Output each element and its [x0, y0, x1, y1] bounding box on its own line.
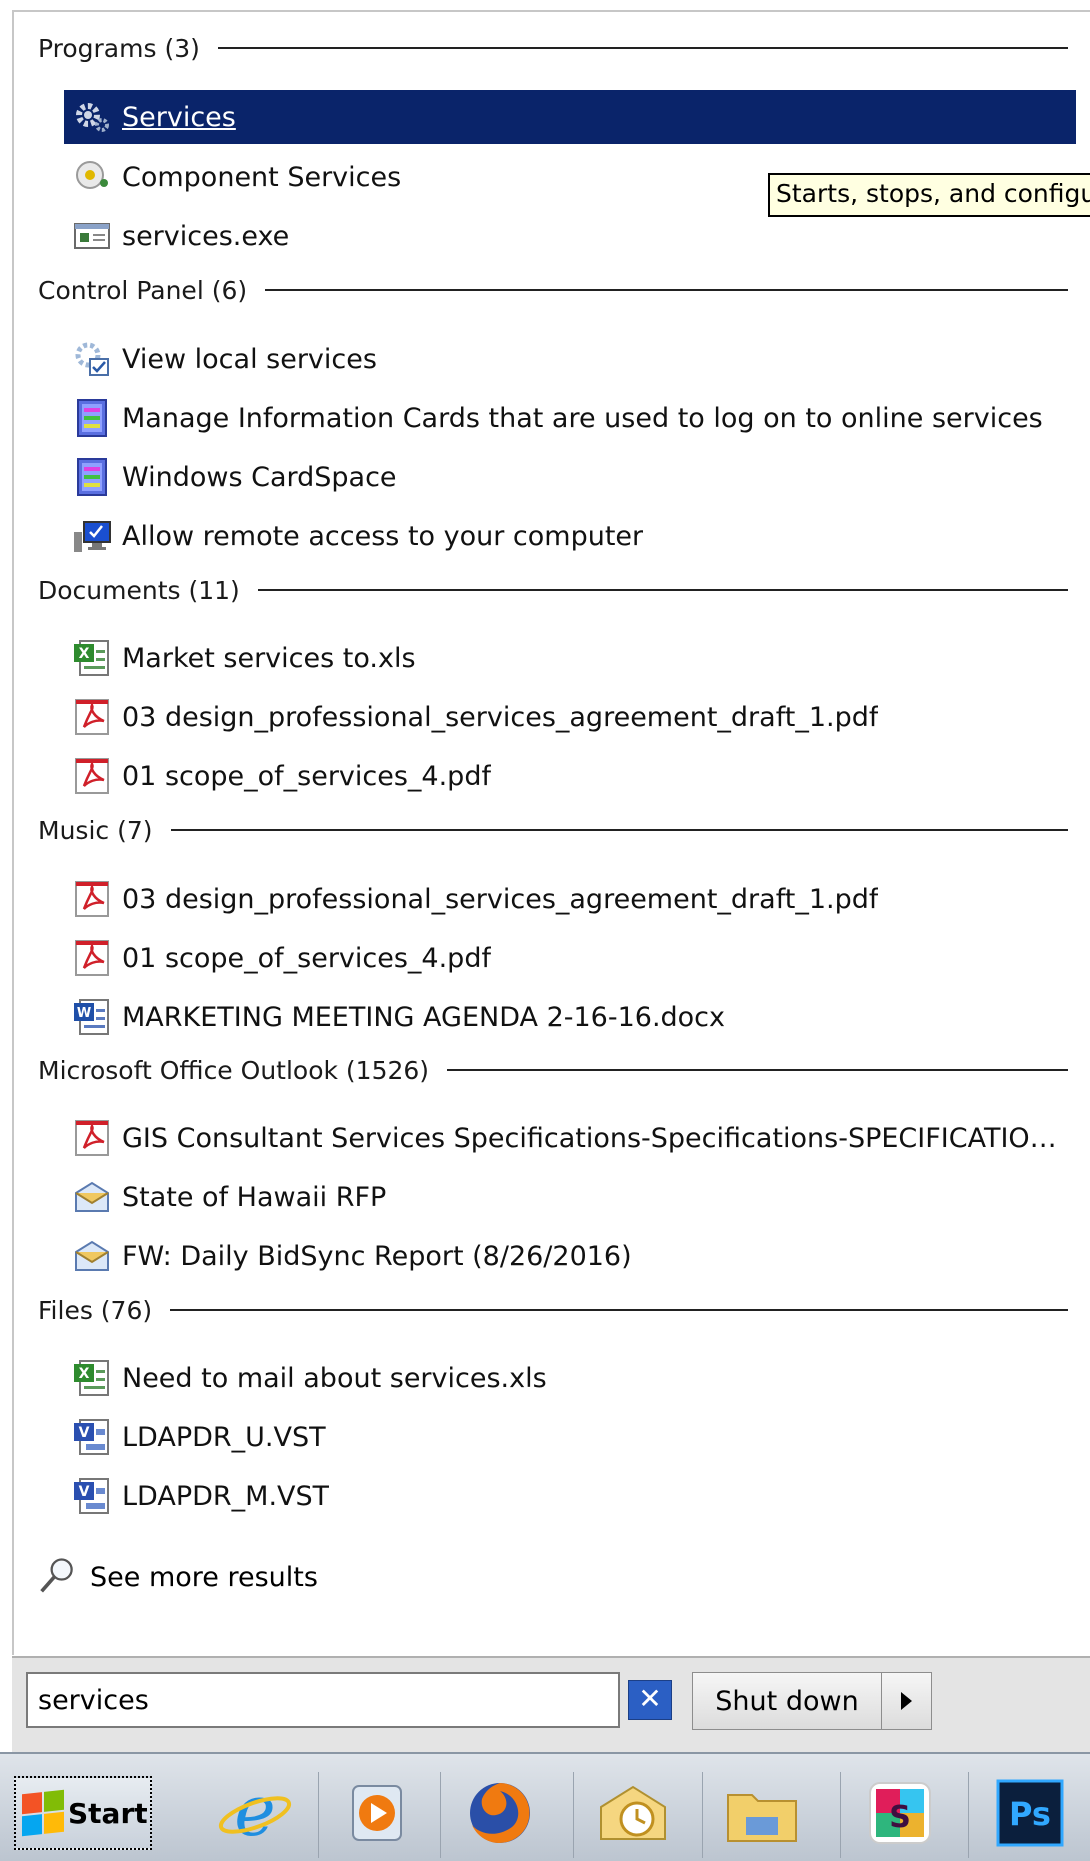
taskbar: Start e S Ps — [0, 1752, 1090, 1861]
see-more-results-link[interactable]: See more results — [38, 1552, 318, 1602]
result-item-ldapdr-m-vst[interactable]: V LDAPDR_M.VST — [64, 1469, 1076, 1523]
visio-file-icon: V — [72, 1476, 116, 1516]
result-item-windows-cardspace[interactable]: Windows CardSpace — [64, 450, 1076, 504]
shutdown-options-button[interactable] — [882, 1673, 931, 1729]
result-item-services-exe[interactable]: services.exe — [64, 209, 1076, 263]
result-item-need-to-mail-xls[interactable]: X Need to mail about services.xls — [64, 1351, 1076, 1405]
visio-file-icon: V — [72, 1417, 116, 1457]
svg-text:X: X — [79, 646, 90, 662]
cardspace-icon — [72, 398, 116, 438]
category-header-control-panel: Control Panel (6) — [38, 270, 1068, 310]
result-item-allow-remote-access[interactable]: Allow remote access to your computer — [64, 509, 1076, 563]
svg-text:V: V — [79, 1425, 90, 1441]
excel-file-icon: X — [72, 1358, 116, 1398]
result-item-gis-consultant-specifications[interactable]: GIS Consultant Services Specifications-S… — [64, 1111, 1076, 1165]
word-file-icon: W — [72, 997, 116, 1037]
pdf-file-icon — [72, 879, 116, 919]
search-input[interactable] — [26, 1672, 620, 1728]
internet-explorer-icon: e — [215, 1770, 295, 1857]
result-item-music-design-professional-pdf[interactable]: 03 design_professional_services_agreemen… — [64, 872, 1076, 926]
component-services-icon — [72, 157, 116, 197]
remote-monitor-icon — [72, 516, 116, 556]
taskbar-photoshop[interactable]: Ps — [968, 1772, 1090, 1858]
result-item-marketing-meeting-agenda[interactable]: W MARKETING MEETING AGENDA 2-16-16.docx — [64, 990, 1076, 1044]
divider — [170, 1309, 1068, 1311]
svg-text:Ps: Ps — [1009, 1795, 1051, 1833]
category-header-outlook: Microsoft Office Outlook (1526) — [38, 1050, 1068, 1090]
taskbar-outlook[interactable] — [573, 1772, 692, 1858]
pdf-file-icon — [72, 756, 116, 796]
category-header-files: Files (76) — [38, 1290, 1068, 1330]
chevron-right-icon — [901, 1692, 912, 1710]
result-item-view-local-services[interactable]: View local services — [64, 332, 1076, 386]
category-header-documents: Documents (11) — [38, 570, 1068, 610]
result-item-state-of-hawaii-rfp[interactable]: State of Hawaii RFP — [64, 1170, 1076, 1224]
pdf-file-icon — [72, 1118, 116, 1158]
result-item-services[interactable]: Services — [64, 90, 1076, 144]
divider — [257, 589, 1068, 591]
category-header-music: Music (7) — [38, 810, 1068, 850]
svg-text:W: W — [77, 1006, 91, 1021]
start-button[interactable]: Start — [14, 1776, 152, 1850]
email-envelope-icon — [72, 1177, 116, 1217]
taskbar-media-player[interactable] — [318, 1772, 437, 1858]
services-settings-icon — [72, 339, 116, 379]
file-explorer-icon — [722, 1773, 802, 1857]
result-item-design-professional-pdf[interactable]: 03 design_professional_services_agreemen… — [64, 690, 1076, 744]
svg-text:V: V — [79, 1484, 90, 1500]
category-header-programs: Programs (3) — [38, 28, 1068, 68]
excel-file-icon: X — [72, 638, 116, 678]
clear-search-button[interactable]: ✕ — [628, 1680, 672, 1720]
cardspace-icon — [72, 457, 116, 497]
media-player-icon — [343, 1778, 413, 1852]
slack-icon: S — [860, 1773, 940, 1857]
taskbar-slack[interactable]: S — [840, 1772, 959, 1858]
result-item-music-scope-of-services-pdf[interactable]: 01 scope_of_services_4.pdf — [64, 931, 1076, 985]
divider — [170, 829, 1068, 831]
divider — [447, 1069, 1068, 1071]
taskbar-firefox[interactable] — [440, 1772, 559, 1858]
result-item-manage-information-cards[interactable]: Manage Information Cards that are used t… — [64, 391, 1076, 445]
firefox-icon — [460, 1773, 540, 1857]
search-magnifier-icon — [38, 1555, 82, 1599]
shutdown-button[interactable]: Shut down — [693, 1673, 882, 1729]
windows-logo-icon — [22, 1789, 64, 1837]
svg-text:S: S — [889, 1800, 911, 1835]
start-menu-search-results: Programs (3) Services Component Services… — [0, 0, 1090, 1750]
close-icon: ✕ — [638, 1682, 662, 1715]
gear-icon — [72, 97, 116, 137]
outlook-icon — [593, 1773, 673, 1857]
pdf-file-icon — [72, 938, 116, 978]
result-item-market-services-xls[interactable]: X Market services to.xls — [64, 631, 1076, 685]
exe-window-icon — [72, 216, 116, 256]
shutdown-button-group: Shut down — [692, 1672, 932, 1730]
svg-text:e: e — [234, 1773, 275, 1852]
taskbar-file-explorer[interactable] — [702, 1772, 821, 1858]
start-menu-bottom-bar: ✕ Shut down — [12, 1656, 1090, 1754]
pdf-file-icon — [72, 697, 116, 737]
tooltip: Starts, stops, and configures Windows se… — [768, 173, 1090, 217]
result-item-ldapdr-u-vst[interactable]: V LDAPDR_U.VST — [64, 1410, 1076, 1464]
photoshop-icon: Ps — [992, 1775, 1068, 1855]
svg-text:X: X — [79, 1366, 90, 1382]
divider — [217, 47, 1068, 49]
taskbar-internet-explorer[interactable]: e — [196, 1770, 314, 1858]
email-envelope-icon — [72, 1236, 116, 1276]
result-item-daily-bidsync-report[interactable]: FW: Daily BidSync Report (8/26/2016) — [64, 1229, 1076, 1283]
divider — [265, 289, 1068, 291]
result-item-scope-of-services-pdf[interactable]: 01 scope_of_services_4.pdf — [64, 749, 1076, 803]
